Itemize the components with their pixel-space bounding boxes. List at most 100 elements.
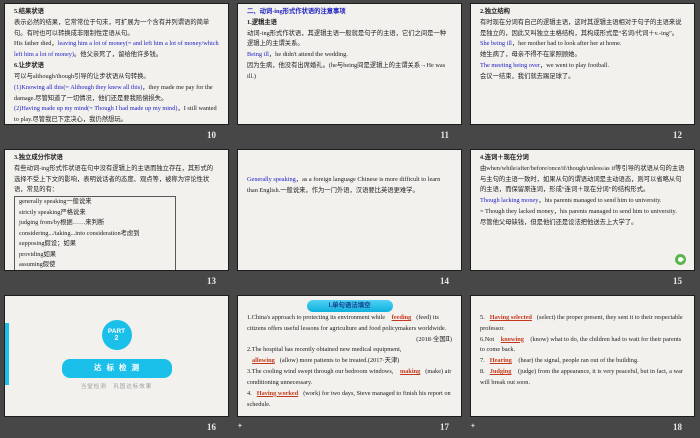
transition-star-icon[interactable]: ✦ xyxy=(237,423,243,430)
slide-meta: 16 xyxy=(4,420,225,433)
text-segment: 。他父亲死了，留给他许多钱。 xyxy=(73,51,163,59)
slide-number: 13 xyxy=(207,275,216,286)
answer-blank: Having selected xyxy=(489,314,532,321)
slide-sorter-grid: 5.结果状语表示必然的结果，它常常位于句末，可扩展为一个含有并列谓语的简单句。有… xyxy=(0,0,700,438)
slide-paragraph: His father died，leaving him a lot of mon… xyxy=(14,39,219,61)
slide-paragraph: 可以与although/though引导的让步状语从句转换。 xyxy=(14,72,219,83)
slide-thumbnail-15[interactable]: 4.连词＋现在分词由when/while/after/before/once/i… xyxy=(470,149,695,271)
slide-paragraph: 7. Hearing (hear) the signal, people ran … xyxy=(480,356,685,367)
text-segment: His father died， xyxy=(14,40,58,48)
slide-paragraph: Though lacking money，his parents managed… xyxy=(480,196,685,207)
slide-meta: ✦ 18 xyxy=(470,420,691,433)
slide-cell: 二、动词-ing形式作状语的注意事项 1.逻辑主语动词-ing形式作状语，其逻辑主… xyxy=(233,0,466,146)
slide-paragraph: (1)Knowing all this(= Although they knew… xyxy=(14,83,219,105)
slide-paragraph: 6.Not knowing (know) what to do, the chi… xyxy=(480,335,685,357)
text-segment: 6.让步状语 xyxy=(14,62,44,70)
slide-thumbnail-12[interactable]: 2.独立结构有时现在分词有自己的逻辑主语，这时其逻辑主语相对于句子的主语来说是独… xyxy=(470,3,695,125)
text-segment: 1.逻辑主语 xyxy=(247,18,277,26)
slide-paragraph: 4.连词＋现在分词 xyxy=(480,153,685,164)
text-segment: 她生病了，母亲不得不在家照顾她。 xyxy=(480,51,581,59)
slide-paragraph: Being ill，he didn't attend the wedding. xyxy=(247,50,452,61)
section-badge: Ⅰ.单句语法填空 xyxy=(306,300,393,312)
text-segment: (2018·全国Ⅱ) xyxy=(416,335,452,343)
text-segment: ，he didn't attend the wedding. xyxy=(268,51,348,59)
text-segment: (allow) more patients to be treated.(201… xyxy=(279,357,400,365)
section-title-button[interactable]: 达标检测 xyxy=(61,359,172,379)
slide-meta: 13 xyxy=(4,274,225,287)
text-segment: Though lacking money xyxy=(480,197,539,205)
text-segment: 1.China's approach to protecting its env… xyxy=(247,313,387,321)
part-number: 2 xyxy=(114,335,119,343)
slide-paragraph: 1.逻辑主语 xyxy=(247,18,452,29)
box-item: generally speaking一般说来 xyxy=(19,198,92,206)
text-segment: 6.Not xyxy=(480,335,496,343)
text-segment: 有些动词-ing形式作状语在句中没有逻辑上的主语而独立存在，其形式的选择不受上下… xyxy=(14,164,214,194)
slide-cell: 2.独立结构有时现在分词有自己的逻辑主语，这时其逻辑主语相对于句子的主语来说是独… xyxy=(466,0,700,146)
slide-meta: 14 xyxy=(237,274,458,287)
text-segment: (1)Knowing all this(= Although they knew… xyxy=(14,83,143,91)
slide-paragraph: 因为生病，他没有出席婚礼。(he与being间是逻辑上的主谓关系→He was … xyxy=(247,61,452,83)
slide-paragraph: 她生病了，母亲不得不在家照顾她。 xyxy=(480,50,685,61)
text-segment: 有时现在分词有自己的逻辑主语，这时其逻辑主语相对于句子的主语来说是独立的，因此又… xyxy=(480,18,682,37)
return-icon[interactable] xyxy=(675,254,686,265)
slide-paragraph: 动词-ing形式作状语，其逻辑主语一般就是句子的主语，它们之间是一种逻辑上的主谓… xyxy=(247,29,452,51)
slide-meta: 11 xyxy=(237,128,458,141)
section-subtitle: 当堂检测 巩固达标效果 xyxy=(80,384,153,391)
text-segment: She being ill xyxy=(480,40,512,48)
leaf-glyph xyxy=(676,255,685,264)
text-segment: 5.结果状语 xyxy=(14,8,44,15)
answer-blank: making xyxy=(399,368,421,376)
answer-blank: Having worked xyxy=(256,389,299,397)
slide-paragraph: 2.The hospital has recently obtained new… xyxy=(247,345,452,367)
slide-paragraph: 6.让步状语 xyxy=(14,61,219,72)
text-segment: ，we went to play football. xyxy=(539,62,610,70)
box-item: considering.../taking...into considerati… xyxy=(19,229,140,237)
part-label: PART xyxy=(107,327,126,335)
text-segment: 3.独立成分作状语 xyxy=(14,154,63,161)
slide-meta: 10 xyxy=(4,128,225,141)
text-segment: ，his parents managed to send him to univ… xyxy=(538,197,662,205)
answer-blank: allowing xyxy=(252,357,275,365)
text-segment: 会议一结束，我们就去踢足球了。 xyxy=(480,72,575,80)
text-segment: Being ill xyxy=(247,51,269,59)
slide-number: 12 xyxy=(673,129,682,140)
slide-cell: 3.独立成分作状语有些动词-ing形式作状语在句中没有逻辑上的主语而独立存在，其… xyxy=(0,146,233,292)
slide-thumbnail-13[interactable]: 3.独立成分作状语有些动词-ing形式作状语在句中没有逻辑上的主语而独立存在，其… xyxy=(4,149,229,271)
slide-cell: 5.结果状语表示必然的结果，它常常位于句末，可扩展为一个含有并列谓语的简单句。有… xyxy=(0,0,233,146)
slide-paragraph: 有些动词-ing形式作状语在句中没有逻辑上的主语而独立存在，其形式的选择不受上下… xyxy=(14,164,219,196)
text-segment: The meeting being over xyxy=(480,62,540,70)
slide-meta: 15 xyxy=(470,274,691,287)
text-segment: 2.独立结构 xyxy=(480,8,510,15)
slide-number: 16 xyxy=(207,421,216,432)
slide-number: 15 xyxy=(673,275,682,286)
slide-cell: Ⅰ.单句语法填空 1.China's approach to protecting… xyxy=(233,292,466,438)
slide-paragraph: 二、动词-ing形式作状语的注意事项 xyxy=(247,7,452,18)
text-segment: (2)Having made up my mind(= Though I had… xyxy=(14,105,178,113)
slide-cell: Generally speaking，as a foreign language… xyxy=(233,146,466,292)
slide-paragraph: 5.结果状语 xyxy=(14,7,219,18)
slide-cell: PART 2 达标检测当堂检测 巩固达标效果 16 xyxy=(0,292,233,438)
text-segment: 由when/while/after/before/once/if/though/… xyxy=(480,164,685,194)
slide-thumbnail-16[interactable]: PART 2 达标检测当堂检测 巩固达标效果 xyxy=(4,295,229,417)
answer-blank: Hearing xyxy=(489,357,512,365)
slide-thumbnail-17[interactable]: Ⅰ.单句语法填空 1.China's approach to protecting… xyxy=(237,295,462,417)
box-item: supposing假设；如果 xyxy=(19,240,77,248)
slide-paragraph: 会议一结束，我们就去踢足球了。 xyxy=(480,72,685,83)
text-segment: 3.The cooling wind swept through our bed… xyxy=(247,368,395,376)
text-segment: 4.连词＋现在分词 xyxy=(480,154,529,161)
slide-paragraph: (2)Having made up my mind(= Though I had… xyxy=(14,104,219,124)
comment-adverbial-box: generally speaking一般说来 strictly speaking严… xyxy=(14,196,176,270)
slide-thumbnail-18[interactable]: 5. Having selected (select) the proper pre… xyxy=(470,295,695,417)
slide-paragraph: 尽管他父母缺钱，但是他们还是设法把他送去上大学了。 xyxy=(480,218,685,229)
slide-paragraph: 1.China's approach to protecting its env… xyxy=(247,313,452,335)
text-segment: 尽管他父母缺钱，但是他们还是设法把他送去上大学了。 xyxy=(480,218,638,226)
text-segment: Generally speaking xyxy=(247,176,296,183)
slide-thumbnail-10[interactable]: 5.结果状语表示必然的结果，它常常位于句末，可扩展为一个含有并列谓语的简单句。有… xyxy=(4,3,229,125)
transition-star-icon[interactable]: ✦ xyxy=(470,423,476,430)
text-segment: ，her mother had to look after her at hom… xyxy=(511,40,622,48)
slide-thumbnail-14[interactable]: Generally speaking，as a foreign language… xyxy=(237,149,462,271)
slide-thumbnail-11[interactable]: 二、动词-ing形式作状语的注意事项 1.逻辑主语动词-ing形式作状语，其逻辑主… xyxy=(237,3,462,125)
slide-paragraph: 表示必然的结果，它常常位于句末，可扩展为一个含有并列谓语的简单句。有时也可以转换… xyxy=(14,18,219,40)
text-segment: 二、动词-ing形式作状语的注意事项 xyxy=(247,8,346,15)
slide-paragraph: 3.独立成分作状语 xyxy=(14,153,219,164)
